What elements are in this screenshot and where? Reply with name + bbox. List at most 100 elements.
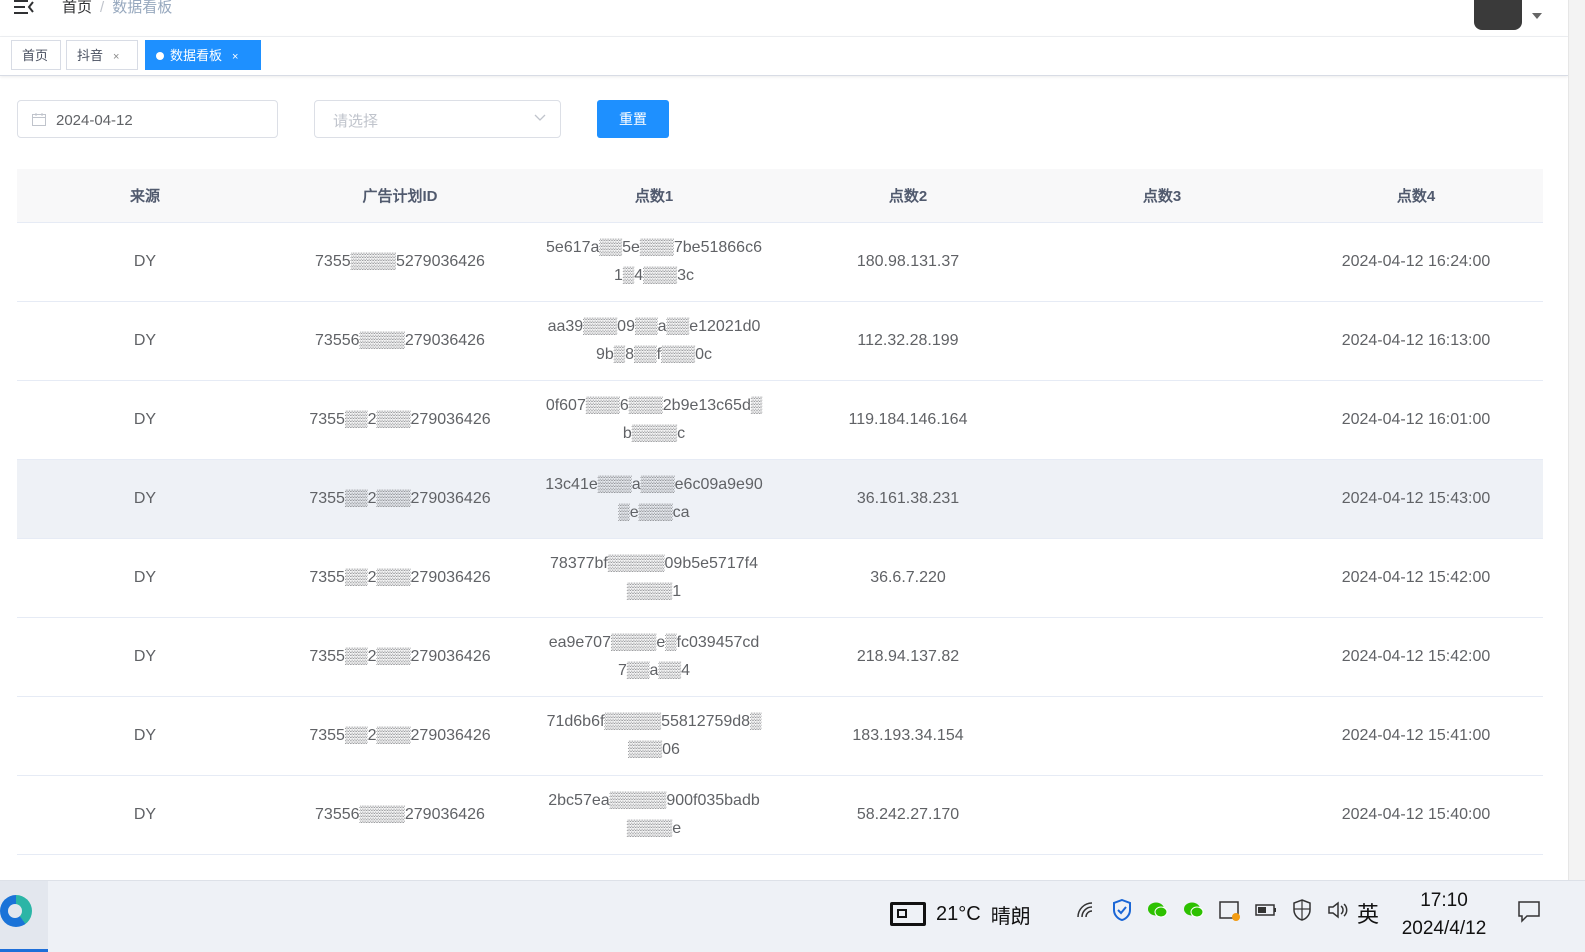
tag-douyin[interactable]: 抖音 × bbox=[66, 40, 138, 70]
cell-p2: 36.6.7.220 bbox=[781, 538, 1035, 618]
cell-source bbox=[17, 854, 273, 875]
cell-source: DY bbox=[17, 459, 273, 539]
cell-p4: 2024-04-12 15:42:00 bbox=[1289, 617, 1543, 697]
cell-plan-id: 7355▒▒2▒▒▒279036426 bbox=[273, 617, 527, 697]
select-dropdown[interactable]: 请选择 bbox=[314, 100, 561, 138]
tags-view: 首页 抖音 × 数据看板 × bbox=[0, 37, 1568, 76]
weather-widget[interactable]: 21°C 晴朗 bbox=[890, 894, 1031, 934]
cell-p2: 180.98.131.37 bbox=[781, 222, 1035, 302]
security-icon[interactable] bbox=[1291, 899, 1313, 921]
cell-plan-id: 7355▒▒2▒▒▒279036426 bbox=[273, 380, 527, 460]
cell-p4: 2024-04-12 16:13:00 bbox=[1289, 301, 1543, 381]
column-header-p2: 点数2 bbox=[781, 169, 1035, 223]
table-row[interactable]: DY 7355▒▒2▒▒▒279036426 ea9e707▒▒▒▒e▒fc0394… bbox=[17, 617, 1543, 697]
cell-p2: 58.242.27.170 bbox=[781, 775, 1035, 855]
cell-source: DY bbox=[17, 538, 273, 618]
shield-icon[interactable] bbox=[1111, 899, 1133, 921]
cell-p1: 2bc57ea▒▒▒▒▒900f035badb▒▒▒▒e bbox=[527, 775, 781, 855]
cell-p3 bbox=[1035, 775, 1289, 855]
cell-p1: 71d6b6f▒▒▒▒▒55812759d8▒▒▒▒06 bbox=[527, 696, 781, 776]
table-row[interactable]: DY 7355▒▒2▒▒▒279036426 13c41e▒▒▒a▒▒▒e6c09a… bbox=[17, 459, 1543, 539]
cell-p3 bbox=[1035, 222, 1289, 302]
cell-p3 bbox=[1035, 380, 1289, 460]
system-tray bbox=[1075, 899, 1349, 921]
table-row[interactable] bbox=[17, 854, 1543, 875]
table-row[interactable]: DY 73556▒▒▒▒279036426 2bc57ea▒▒▒▒▒900f035b… bbox=[17, 775, 1543, 855]
volume-icon[interactable] bbox=[1327, 899, 1349, 921]
cell-p4: 2024-04-12 15:41:00 bbox=[1289, 696, 1543, 776]
column-header-p3: 点数3 bbox=[1035, 169, 1289, 223]
table-row[interactable]: DY 73556▒▒▒▒279036426 aa39▒▒▒09▒▒a▒▒e12021… bbox=[17, 301, 1543, 381]
table-row[interactable]: DY 7355▒▒▒▒5279036426 5e617a▒▒5e▒▒▒7be5186… bbox=[17, 222, 1543, 302]
cell-p3 bbox=[1035, 538, 1289, 618]
breadcrumb-separator: / bbox=[100, 0, 105, 16]
cell-p2: 36.161.38.231 bbox=[781, 459, 1035, 539]
table-row[interactable]: DY 7355▒▒2▒▒▒279036426 0f607▒▒▒6▒▒▒2b9e13c… bbox=[17, 380, 1543, 460]
ime-indicator[interactable]: 英 bbox=[1357, 897, 1379, 929]
select-placeholder: 请选择 bbox=[333, 113, 379, 130]
cell-source: DY bbox=[17, 222, 273, 302]
column-header-p1: 点数1 bbox=[527, 169, 781, 223]
menu-toggle-icon[interactable] bbox=[14, 0, 34, 14]
cell-p3 bbox=[1035, 854, 1289, 875]
notification-icon[interactable] bbox=[1517, 899, 1541, 923]
wifi-icon[interactable] bbox=[1075, 899, 1097, 921]
wechat-icon[interactable] bbox=[1183, 899, 1205, 921]
cell-plan-id bbox=[273, 854, 527, 875]
cell-p4: 2024-04-12 15:43:00 bbox=[1289, 459, 1543, 539]
cell-p3 bbox=[1035, 459, 1289, 539]
table-row[interactable]: DY 7355▒▒2▒▒▒279036426 71d6b6f▒▒▒▒▒5581275… bbox=[17, 696, 1543, 776]
cell-p1: 13c41e▒▒▒a▒▒▒e6c09a9e90▒e▒▒▒ca bbox=[527, 459, 781, 539]
cell-plan-id: 7355▒▒▒▒5279036426 bbox=[273, 222, 527, 302]
avatar[interactable] bbox=[1474, 0, 1522, 30]
cell-p3 bbox=[1035, 696, 1289, 776]
close-icon[interactable]: × bbox=[232, 51, 238, 63]
cell-source: DY bbox=[17, 775, 273, 855]
edge-taskbar-button[interactable] bbox=[0, 881, 48, 952]
calendar-icon bbox=[32, 113, 46, 126]
clock-date: 2024/4/12 bbox=[1401, 918, 1487, 939]
sync-icon[interactable] bbox=[1219, 899, 1241, 921]
active-dot-icon bbox=[156, 51, 164, 60]
cell-p1: ea9e707▒▒▒▒e▒fc039457cd7▒▒a▒▒4 bbox=[527, 617, 781, 697]
cell-p4: 2024-04-12 16:01:00 bbox=[1289, 380, 1543, 460]
cell-p3 bbox=[1035, 617, 1289, 697]
cell-p1: aa39▒▒▒09▒▒a▒▒e12021d09b▒8▒▒f▒▒▒0c bbox=[527, 301, 781, 381]
column-header-plan-id: 广告计划ID bbox=[273, 169, 527, 223]
chevron-down-icon bbox=[534, 114, 546, 121]
tag-dashboard[interactable]: 数据看板 × bbox=[145, 40, 261, 70]
reset-button[interactable]: 重置 bbox=[597, 100, 669, 138]
cell-plan-id: 7355▒▒2▒▒▒279036426 bbox=[273, 538, 527, 618]
wechat-icon[interactable] bbox=[1147, 899, 1169, 921]
cell-p2: 112.32.28.199 bbox=[781, 301, 1035, 381]
date-input[interactable] bbox=[54, 101, 268, 139]
cell-p4: 2024-04-12 15:42:00 bbox=[1289, 538, 1543, 618]
cell-plan-id: 7355▒▒2▒▒▒279036426 bbox=[273, 696, 527, 776]
clock-time: 17:10 bbox=[1420, 890, 1468, 911]
tag-home[interactable]: 首页 bbox=[11, 40, 61, 70]
table-row[interactable]: DY 7355▒▒2▒▒▒279036426 78377bf▒▒▒▒▒09b5e57… bbox=[17, 538, 1543, 618]
cell-plan-id: 7355▒▒2▒▒▒279036426 bbox=[273, 459, 527, 539]
table-header-row: 来源 广告计划ID 点数1 点数2 点数3 点数4 bbox=[17, 169, 1543, 223]
close-icon[interactable]: × bbox=[113, 51, 119, 63]
column-header-source: 来源 bbox=[17, 169, 273, 223]
battery-icon[interactable] bbox=[1255, 899, 1277, 921]
cell-p1: 78377bf▒▒▒▒▒09b5e5717f4▒▒▒▒1 bbox=[527, 538, 781, 618]
cell-p2: 119.184.146.164 bbox=[781, 380, 1035, 460]
tag-label: 首页 bbox=[22, 48, 49, 63]
cell-p2 bbox=[781, 854, 1035, 875]
data-table: 来源 广告计划ID 点数1 点数2 点数3 点数4 DY 7355▒▒▒▒5279… bbox=[17, 169, 1543, 875]
cell-source: DY bbox=[17, 301, 273, 381]
caret-down-icon[interactable] bbox=[1532, 13, 1542, 19]
edge-browser-icon bbox=[0, 895, 32, 927]
cell-p4 bbox=[1289, 854, 1543, 875]
date-picker[interactable] bbox=[17, 100, 278, 139]
vertical-scrollbar[interactable] bbox=[1568, 0, 1585, 880]
cell-p4: 2024-04-12 15:40:00 bbox=[1289, 775, 1543, 855]
clock[interactable]: 17:10 2024/4/12 bbox=[1392, 887, 1496, 943]
breadcrumb: 首页 / 数据看板 bbox=[62, 0, 172, 17]
cell-source: DY bbox=[17, 696, 273, 776]
cell-plan-id: 73556▒▒▒▒279036426 bbox=[273, 775, 527, 855]
column-header-p4: 点数4 bbox=[1289, 169, 1543, 223]
breadcrumb-home[interactable]: 首页 bbox=[62, 0, 92, 16]
